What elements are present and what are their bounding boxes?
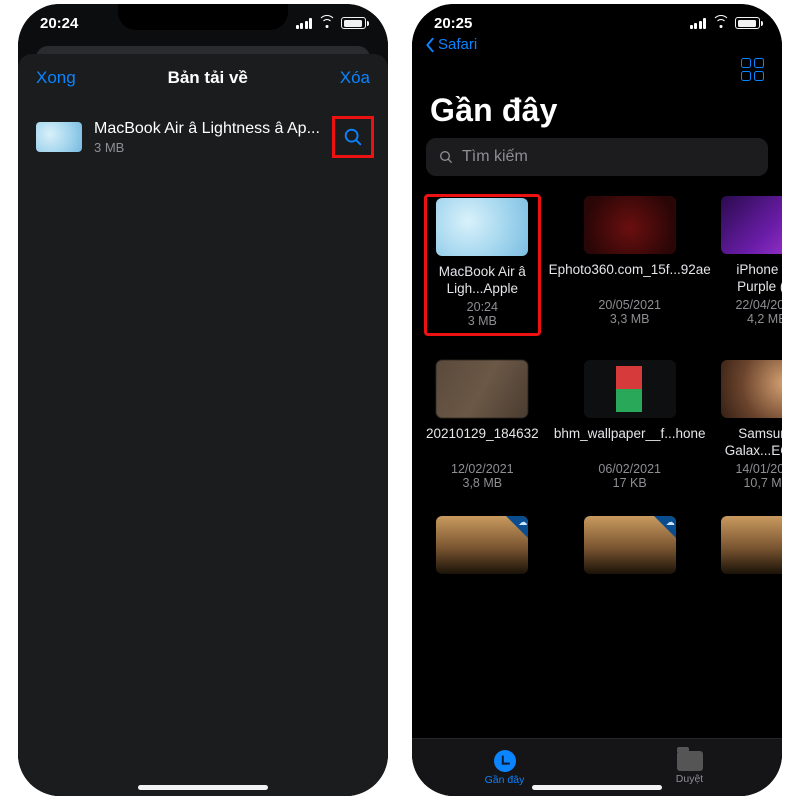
sheet-title: Bản tải về: [168, 68, 248, 88]
file-name: bhm_wallpaper__f...hone: [549, 426, 711, 460]
tab-label: Gần đây: [485, 774, 525, 786]
file-date: 20/05/2021: [549, 298, 711, 312]
file-item[interactable]: Samsung Galax...ECHB 14/01/2021 10,7 MB: [721, 360, 782, 490]
file-name: Ephoto360.com_15f...92ae: [549, 262, 711, 296]
file-thumbnail: [436, 198, 528, 256]
file-size: 17 KB: [549, 476, 711, 490]
phone-left-downloads: 20:24 Xong Bản tải về Xóa MacBook: [18, 4, 388, 796]
wifi-icon: [712, 17, 729, 30]
file-name: 20210129_184632: [426, 426, 539, 460]
home-indicator[interactable]: [532, 785, 662, 790]
files-grid[interactable]: MacBook Air â Ligh...Apple 20:24 3 MB Ep…: [426, 196, 768, 740]
file-thumbnail: [721, 196, 782, 254]
file-item[interactable]: [549, 516, 711, 582]
view-toggle-button[interactable]: [741, 58, 764, 81]
page-title: Gần đây: [430, 92, 558, 129]
status-time: 20:25: [434, 15, 472, 32]
file-name: iPhone 12 Purple (1): [721, 262, 782, 296]
icloud-download-icon: [654, 516, 676, 538]
home-indicator[interactable]: [138, 785, 268, 790]
wifi-icon: [318, 17, 335, 30]
file-item[interactable]: bhm_wallpaper__f...hone 06/02/2021 17 KB: [549, 360, 711, 490]
battery-icon: [341, 17, 366, 29]
file-item[interactable]: Ephoto360.com_15f...92ae 20/05/2021 3,3 …: [549, 196, 711, 334]
file-name: MacBook Air â Ligh...Apple: [428, 264, 537, 298]
file-thumbnail: [721, 516, 782, 574]
file-date: 06/02/2021: [549, 462, 711, 476]
search-placeholder: Tìm kiếm: [462, 148, 528, 166]
file-size: 3 MB: [428, 314, 537, 328]
notch: [512, 4, 682, 30]
download-thumbnail: [36, 122, 82, 152]
file-thumbnail: [436, 516, 528, 574]
back-to-safari[interactable]: Safari: [424, 36, 477, 53]
clear-button[interactable]: Xóa: [340, 68, 370, 88]
sheet-header: Xong Bản tải về Xóa: [18, 54, 388, 102]
notch: [118, 4, 288, 30]
file-thumbnail: [584, 196, 676, 254]
cellular-icon: [690, 18, 707, 29]
file-item[interactable]: [721, 516, 782, 582]
folder-icon: [677, 751, 703, 771]
file-size: 4,2 MB: [721, 312, 782, 326]
search-icon: [438, 149, 454, 165]
file-item[interactable]: 20210129_184632 12/02/2021 3,8 MB: [426, 360, 539, 490]
status-time: 20:24: [40, 15, 78, 32]
file-thumbnail: [584, 516, 676, 574]
file-size: 3,8 MB: [426, 476, 539, 490]
downloads-sheet: Xong Bản tải về Xóa MacBook Air â Lightn…: [18, 54, 388, 796]
battery-icon: [735, 17, 760, 29]
download-size: 3 MB: [94, 140, 320, 155]
cellular-icon: [296, 18, 313, 29]
file-name: Samsung Galax...ECHB: [721, 426, 782, 460]
tab-label: Duyệt: [676, 773, 703, 785]
file-item[interactable]: iPhone 12 Purple (1) 22/04/2021 4,2 MB: [721, 196, 782, 334]
search-icon[interactable]: [342, 126, 364, 148]
file-size: 3,3 MB: [549, 312, 711, 326]
file-date: 12/02/2021: [426, 462, 539, 476]
file-thumbnail: [584, 360, 676, 418]
back-label: Safari: [438, 36, 477, 53]
file-thumbnail: [436, 360, 528, 418]
file-date: 22/04/2021: [721, 298, 782, 312]
grid-icon: [741, 58, 764, 81]
file-thumbnail: [721, 360, 782, 418]
highlight-reveal-button: [332, 116, 374, 158]
done-button[interactable]: Xong: [36, 68, 76, 88]
download-item[interactable]: MacBook Air â Lightness â Ap... 3 MB: [18, 102, 388, 172]
download-title: MacBook Air â Lightness â Ap...: [94, 120, 320, 138]
file-date: 14/01/2021: [721, 462, 782, 476]
search-field[interactable]: Tìm kiếm: [426, 138, 768, 176]
phone-right-files: 20:25 Safari Gần đây Tìm kiếm: [412, 4, 782, 796]
file-item-highlighted[interactable]: MacBook Air â Ligh...Apple 20:24 3 MB: [426, 196, 539, 334]
icloud-download-icon: [506, 516, 528, 538]
file-item[interactable]: [426, 516, 539, 582]
file-date: 20:24: [428, 300, 537, 314]
file-size: 10,7 MB: [721, 476, 782, 490]
clock-icon: [494, 750, 516, 772]
